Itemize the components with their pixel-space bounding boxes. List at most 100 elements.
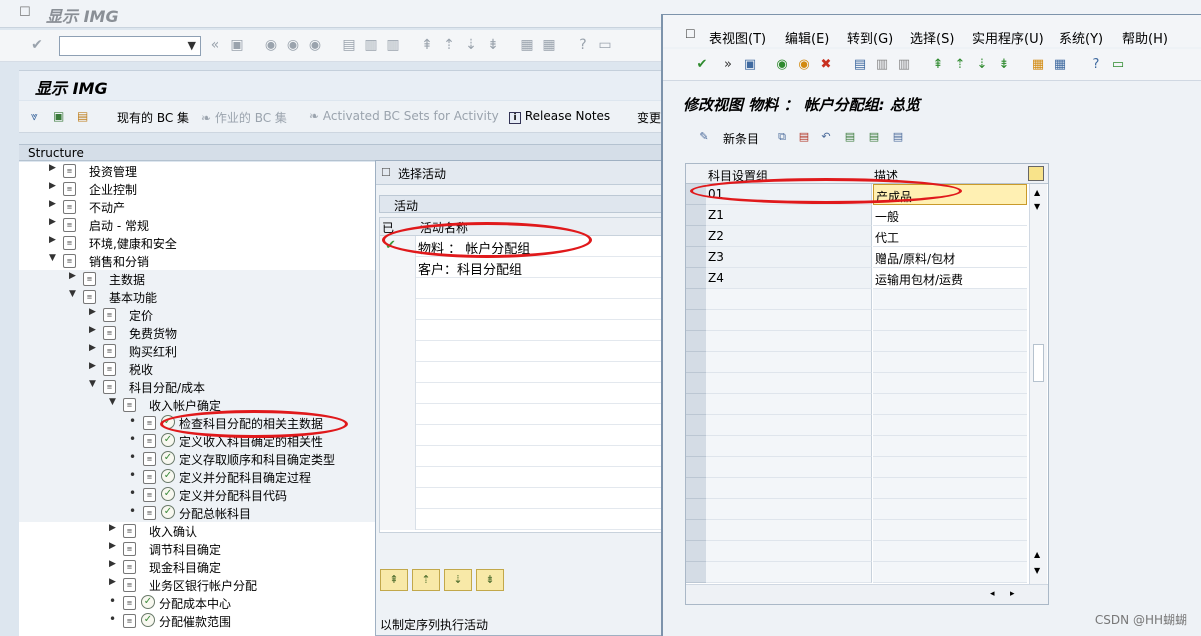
release-notes-button[interactable]: i Release Notes [509, 109, 610, 124]
expand-icon[interactable]: ▶ [69, 271, 79, 281]
row-selector[interactable] [380, 383, 416, 404]
bullet-icon[interactable]: • [129, 450, 139, 464]
tree-node[interactable]: ▼ ≡ 科目分配/成本 [19, 378, 375, 396]
cell-account-group[interactable] [706, 331, 872, 352]
row-selector[interactable] [380, 362, 416, 383]
bullet-icon[interactable]: • [129, 486, 139, 500]
exit-icon[interactable]: ◉ [284, 36, 302, 54]
cell-account-group[interactable] [706, 352, 872, 373]
tree-node-label[interactable]: 启动 - 常规 [89, 217, 149, 234]
tree-node[interactable]: ▶ ≡ 购买红利 [19, 342, 375, 360]
cell-description[interactable] [873, 478, 1027, 499]
working-bc-button[interactable]: ❧ 作业的 BC 集 [201, 109, 287, 126]
prev-page-icon[interactable]: ⇡ [440, 36, 458, 54]
documentation-icon[interactable]: ≡ [123, 614, 136, 628]
row-selector[interactable] [686, 436, 706, 457]
tree-node-label[interactable]: 销售和分销 [89, 253, 149, 270]
cell-description[interactable] [873, 436, 1027, 457]
help-icon[interactable]: ? [574, 36, 592, 54]
row-selector[interactable] [380, 299, 416, 320]
find-next-icon[interactable]: ▥ [895, 56, 913, 74]
documentation-icon[interactable]: ≡ [63, 218, 76, 232]
bookmark-icon[interactable]: ▤ [77, 109, 88, 123]
tree-node[interactable]: ▼ ≡ 收入帐户确定 [19, 396, 375, 414]
enter-icon[interactable]: ✔ [693, 56, 711, 74]
row-selector[interactable] [686, 289, 706, 310]
row-selector[interactable] [686, 499, 706, 520]
cell-description[interactable] [873, 457, 1027, 478]
cell-description[interactable]: 产成品 [873, 184, 1027, 205]
tree-node[interactable]: ▶ ≡ 主数据 [19, 270, 375, 288]
print-icon[interactable]: ▤ [340, 36, 358, 54]
cell-account-group[interactable]: Z2 [706, 226, 872, 247]
tree-node-label[interactable]: 调节科目确定 [149, 541, 221, 558]
documentation-icon[interactable]: ≡ [103, 362, 116, 376]
deselect-all-icon[interactable]: ▤ [891, 130, 905, 144]
documentation-icon[interactable]: ≡ [143, 452, 156, 466]
tree-node-label[interactable]: 收入帐户确定 [149, 397, 221, 414]
cell-account-group[interactable] [706, 373, 872, 394]
collapse-icon[interactable]: ▼ [89, 379, 99, 389]
bullet-icon[interactable]: • [129, 468, 139, 482]
expand-icon[interactable]: ⩔ [31, 109, 38, 124]
collapse-icon[interactable]: ▼ [69, 289, 79, 299]
next-page-icon[interactable]: ⇣ [462, 36, 480, 54]
row-selector[interactable] [380, 278, 416, 299]
table-settings-icon[interactable] [1028, 166, 1044, 181]
tree-node-label[interactable]: 收入确认 [149, 523, 197, 540]
cell-description[interactable]: 一般 [873, 205, 1027, 226]
vertical-scrollbar[interactable]: ▲ ▼ ▲ ▼ [1029, 184, 1047, 584]
activity-row[interactable]: 客户：科目分配组 [380, 257, 663, 278]
tree-node-label[interactable]: 环境,健康和安全 [89, 235, 177, 252]
tree-node[interactable]: ▶ ≡ 免费货物 [19, 324, 375, 342]
scroll-up-icon[interactable]: ▲ [1034, 550, 1040, 559]
cell-account-group[interactable] [706, 499, 872, 520]
cell-account-group[interactable]: Z4 [706, 268, 872, 289]
documentation-icon[interactable]: ≡ [63, 236, 76, 250]
find-icon[interactable]: ▥ [873, 56, 891, 74]
select-block-icon[interactable]: ▤ [867, 130, 881, 144]
cell-description[interactable] [873, 289, 1027, 310]
help-icon[interactable]: ? [1087, 56, 1105, 74]
horizontal-scrollbar[interactable]: ◂ ▸ [686, 584, 1048, 604]
table-row[interactable]: 01 产成品 [686, 184, 1048, 205]
cell-description[interactable] [873, 352, 1027, 373]
tree-node-label[interactable]: 现金科目确定 [149, 559, 221, 576]
tree-node-label[interactable]: 定义存取顺序和科目确定类型 [179, 451, 335, 468]
menu-utilities[interactable]: 实用程序(U) [972, 28, 1044, 47]
tree-node-label[interactable]: 定义并分配科目代码 [179, 487, 287, 504]
row-selector[interactable] [686, 205, 706, 226]
row-selector[interactable] [380, 509, 416, 530]
first-page-icon[interactable]: ⇞ [929, 56, 947, 74]
select-all-icon[interactable]: ▤ [843, 130, 857, 144]
documentation-icon[interactable]: ≡ [143, 488, 156, 502]
table-row[interactable]: Z3 赠品/原料/包材 [686, 247, 1048, 268]
scroll-right-icon[interactable]: ▸ [1010, 589, 1015, 599]
documentation-icon[interactable]: ≡ [103, 308, 116, 322]
cell-description[interactable] [873, 310, 1027, 331]
tree-node[interactable]: ▶ ≡ 调节科目确定 [19, 540, 375, 558]
layout-icon[interactable]: ▭ [596, 36, 614, 54]
tree-node-label[interactable]: 不动产 [89, 199, 125, 216]
tree-node-label[interactable]: 分配催款范围 [159, 613, 231, 630]
tree-node[interactable]: • ≡ ✓ 定义并分配科目代码 [19, 486, 375, 504]
documentation-icon[interactable]: ≡ [63, 182, 76, 196]
menu-system[interactable]: 系统(Y) [1059, 28, 1103, 47]
tree-node[interactable]: • ≡ ✓ 分配总帐科目 [19, 504, 375, 522]
activity-name[interactable]: 物料 ： 帐户分配组 [418, 238, 530, 257]
activity-row[interactable]: ✔ 物料 ： 帐户分配组 [380, 236, 663, 257]
tree-node-label[interactable]: 企业控制 [89, 181, 137, 198]
tree-node-label[interactable]: 分配成本中心 [159, 595, 231, 612]
table-row[interactable]: Z4 运输用包材/运费 [686, 268, 1048, 289]
tree-node[interactable]: • ≡ ✓ 定义并分配科目确定过程 [19, 468, 375, 486]
row-selector[interactable] [686, 478, 706, 499]
menu-edit[interactable]: 编辑(E) [785, 28, 829, 47]
row-selector[interactable] [686, 394, 706, 415]
row-selector[interactable] [686, 457, 706, 478]
tree-node[interactable]: • ≡ ✓ 定义存取顺序和科目确定类型 [19, 450, 375, 468]
expand-icon[interactable]: ▶ [109, 541, 119, 551]
tree-node-label[interactable]: 定义收入科目确定的相关性 [179, 433, 323, 450]
expand-icon[interactable]: ▶ [89, 343, 99, 353]
menu-selection[interactable]: 选择(S) [910, 28, 954, 47]
documentation-icon[interactable]: ≡ [63, 254, 76, 268]
